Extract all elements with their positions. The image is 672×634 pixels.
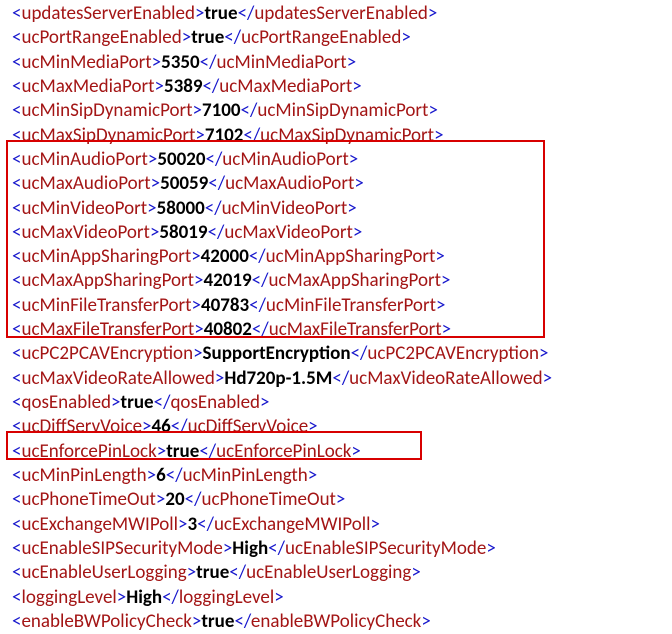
- xml-line: <updatesServerEnabled>true</updatesServe…: [0, 2, 672, 26]
- xml-line: <ucPhoneTimeOut>20</ucPhoneTimeOut>: [0, 488, 672, 512]
- xml-line: <enableBWPolicyCheck>true</enableBWPolic…: [0, 610, 672, 634]
- xml-value: true: [204, 2, 237, 25]
- xml-line: <ucEnforcePinLock>true</ucEnforcePinLock…: [0, 440, 672, 464]
- bracket-end-close: >: [428, 2, 437, 25]
- xml-line: <ucMaxMediaPort>5389</ucMaxMediaPort>: [0, 75, 672, 99]
- xml-line: <ucMaxFileTransferPort>40802</ucMaxFileT…: [0, 318, 672, 342]
- xml-line: <ucMinMediaPort>5350</ucMinMediaPort>: [0, 51, 672, 75]
- xml-line: <ucMaxAppSharingPort>42019</ucMaxAppShar…: [0, 269, 672, 293]
- xml-line: <ucPortRangeEnabled>true</ucPortRangeEna…: [0, 26, 672, 50]
- xml-line: <ucMaxAudioPort>50059</ucMaxAudioPort>: [0, 172, 672, 196]
- xml-line: <ucExchangeMWIPoll>3</ucExchangeMWIPoll>: [0, 513, 672, 537]
- xml-line: <ucPC2PCAVEncryption>SupportEncryption</…: [0, 342, 672, 366]
- xml-line: <ucMinSipDynamicPort>7100</ucMinSipDynam…: [0, 99, 672, 123]
- xml-line: <loggingLevel>High</loggingLevel>: [0, 586, 672, 610]
- xml-line: <ucEnableUserLogging>true</ucEnableUserL…: [0, 561, 672, 585]
- bracket-end-open: </: [238, 2, 255, 25]
- xml-line: <ucMinAppSharingPort>42000</ucMinAppShar…: [0, 245, 672, 269]
- xml-line: <ucMaxSipDynamicPort>7102</ucMaxSipDynam…: [0, 124, 672, 148]
- xml-line: <ucMaxVideoRateAllowed>Hd720p-1.5M</ucMa…: [0, 367, 672, 391]
- xml-line: <ucMinVideoPort>58000</ucMinVideoPort>: [0, 197, 672, 221]
- xml-line: <ucMaxVideoPort>58019</ucMaxVideoPort>: [0, 221, 672, 245]
- xml-tag-open: updatesServerEnabled: [21, 2, 195, 25]
- xml-line: <qosEnabled>true</qosEnabled>: [0, 391, 672, 415]
- xml-line: <ucDiffServVoice>46</ucDiffServVoice>: [0, 415, 672, 439]
- xml-line: <ucMinFileTransferPort>40783</ucMinFileT…: [0, 294, 672, 318]
- xml-line: <ucEnableSIPSecurityMode>High</ucEnableS…: [0, 537, 672, 561]
- xml-block: <updatesServerEnabled>true</updatesServe…: [0, 0, 672, 634]
- xml-line: <ucMinPinLength>6</ucMinPinLength>: [0, 464, 672, 488]
- xml-line: <ucMinAudioPort>50020</ucMinAudioPort>: [0, 148, 672, 172]
- xml-tag-close: updatesServerEnabled: [254, 2, 428, 25]
